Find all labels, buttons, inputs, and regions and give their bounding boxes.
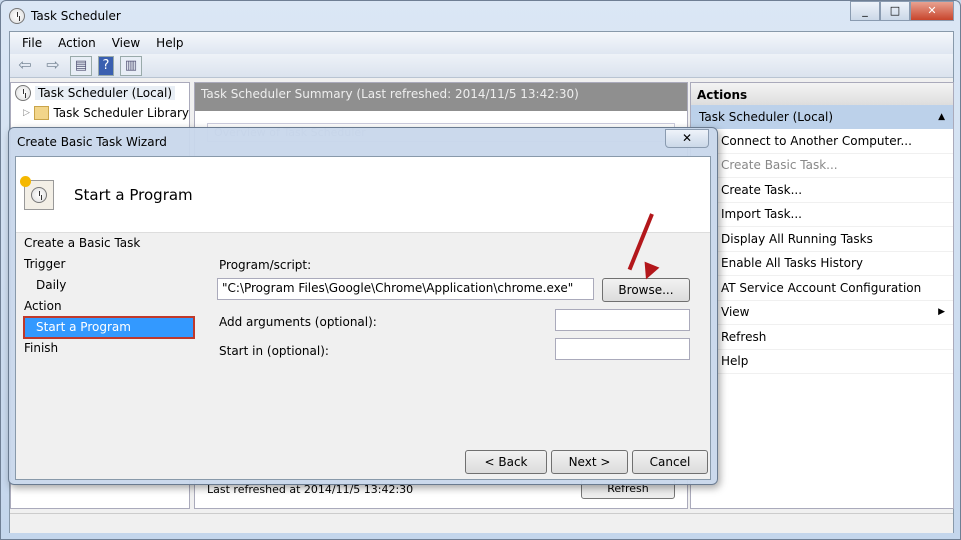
back-arrow-icon[interactable]: ⇦ — [14, 55, 36, 76]
wizard-title: Create Basic Task Wizard — [17, 135, 167, 149]
action-view[interactable]: View ▶ — [691, 301, 953, 325]
actions-pane: Actions Task Scheduler (Local) ▲ Connect … — [690, 82, 954, 509]
wizard-header: Start a Program — [16, 157, 710, 233]
arguments-label: Add arguments (optional): — [219, 315, 377, 329]
start-in-input[interactable] — [555, 338, 690, 360]
menu-help[interactable]: Help — [148, 36, 191, 50]
forward-arrow-icon[interactable]: ⇨ — [42, 55, 64, 76]
maximize-button[interactable]: □ — [880, 1, 910, 21]
window-title: Task Scheduler — [31, 9, 121, 23]
wizard-close-button[interactable]: ✕ — [665, 129, 709, 148]
action-create-task[interactable]: Create Task... — [691, 178, 953, 203]
menu-bar: File Action View Help — [10, 32, 953, 54]
program-label: Program/script: — [219, 258, 312, 272]
step-start-a-program: Start a Program — [23, 316, 195, 339]
menu-view[interactable]: View — [104, 36, 148, 50]
action-at-service[interactable]: AT Service Account Configuration — [691, 276, 953, 301]
step-action: Action — [24, 299, 62, 313]
collapse-icon[interactable]: ▲ — [938, 112, 945, 122]
wizard-heading: Start a Program — [74, 185, 193, 204]
actions-group[interactable]: Task Scheduler (Local) ▲ — [691, 105, 953, 129]
close-button[interactable]: ✕ — [910, 1, 954, 21]
task-clock-icon — [20, 175, 54, 210]
menu-file[interactable]: File — [14, 36, 50, 50]
clock-icon — [15, 85, 31, 101]
tree-item-library[interactable]: ▷ Task Scheduler Library — [11, 103, 189, 123]
step-create-basic-task: Create a Basic Task — [24, 236, 141, 250]
actions-header: Actions — [691, 83, 953, 105]
show-hide-action-pane-icon[interactable]: ▥ — [120, 55, 142, 76]
action-connect[interactable]: Connect to Another Computer... — [691, 129, 953, 154]
action-display-running[interactable]: Display All Running Tasks — [691, 227, 953, 252]
menu-action[interactable]: Action — [50, 36, 104, 50]
action-create-basic-task: Create Basic Task... — [691, 154, 953, 178]
title-bar: Task Scheduler — [9, 5, 121, 27]
cancel-button[interactable]: Cancel — [632, 450, 708, 474]
summary-header: Task Scheduler Summary (Last refreshed: … — [195, 83, 687, 111]
step-daily: Daily — [36, 278, 67, 292]
step-trigger: Trigger — [24, 257, 66, 271]
expand-icon[interactable]: ▷ — [23, 108, 30, 118]
submenu-arrow-icon: ▶ — [938, 307, 945, 318]
action-enable-history[interactable]: Enable All Tasks History — [691, 252, 953, 276]
wizard-steps: Create a Basic Task Trigger Daily Action… — [16, 233, 196, 359]
toolbar: ⇦ ⇨ ▤ ? ▥ — [10, 54, 953, 78]
arguments-input[interactable] — [555, 309, 690, 331]
minimize-button[interactable]: _ — [850, 1, 880, 21]
program-script-input[interactable]: "C:\Program Files\Google\Chrome\Applicat… — [217, 278, 594, 300]
help-icon[interactable]: ? — [98, 55, 114, 76]
action-help[interactable]: Help — [691, 350, 953, 374]
next-button[interactable]: Next > — [551, 450, 628, 474]
browse-button[interactable]: Browse... — [602, 278, 690, 302]
clock-icon — [9, 8, 25, 24]
folder-clock-icon — [33, 106, 50, 120]
create-basic-task-wizard: Create Basic Task Wizard ✕ Start a Progr… — [8, 127, 718, 485]
step-finish: Finish — [24, 341, 59, 355]
start-in-label: Start in (optional): — [219, 344, 329, 358]
show-hide-console-tree-icon[interactable]: ▤ — [70, 55, 92, 76]
back-button[interactable]: < Back — [465, 450, 547, 474]
status-bar — [10, 513, 953, 533]
tree-item-root[interactable]: Task Scheduler (Local) — [11, 83, 189, 103]
action-refresh[interactable]: Refresh — [691, 325, 953, 350]
action-import-task[interactable]: Import Task... — [691, 203, 953, 227]
